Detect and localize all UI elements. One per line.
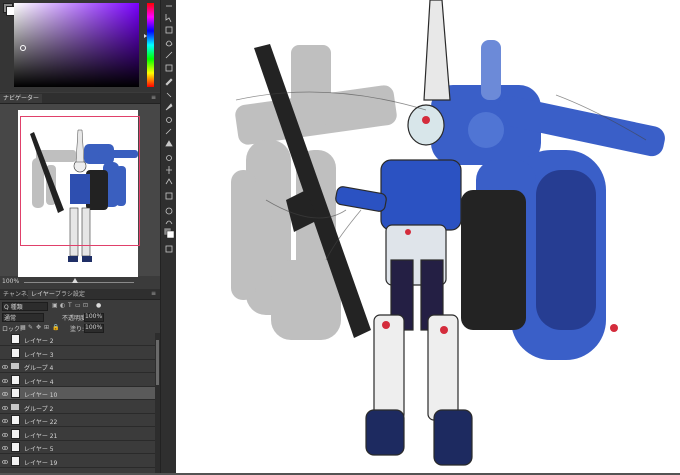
hue-slider[interactable] [147,3,154,87]
layer-thumbnail [11,415,20,425]
artwork-illustration [231,0,665,466]
layer-group-row[interactable]: グループ 4 [0,360,156,373]
layer-row[interactable]: レイヤー 4 [0,374,156,387]
layer-thumbnail [11,442,20,452]
navigator-tabbar: ナビゲーター ≡ [0,93,160,104]
layer-name: レイヤー 2 [24,338,54,345]
lock-transparent-icon[interactable]: ▦ [20,324,26,331]
navigator-preview[interactable] [0,104,160,277]
layer-thumbnail [11,455,20,466]
layer-name: レイヤー 3 [24,351,54,359]
fill-value: 100% [85,324,103,331]
layer-row[interactable]: レイヤー 21 [0,428,156,441]
layer-name: レイヤー 21 [24,432,58,440]
fill-label: 塗り: [70,326,85,333]
layer-name: レイヤー 4 [24,378,54,386]
tool-icons [163,5,175,253]
move-tool-icon [165,14,172,23]
saturation-value-field[interactable] [14,3,139,87]
eye-icon[interactable] [1,364,9,369]
eye-icon[interactable] [1,378,9,383]
eye-icon[interactable] [1,432,9,437]
layer-thumbnail [11,374,20,385]
layer-row[interactable]: レイヤー 5 [0,441,156,454]
tab-navigator[interactable]: ナビゲーター [0,94,43,103]
eye-icon[interactable] [1,459,9,464]
layer-row[interactable]: レイヤー 19 [0,455,156,468]
folder-icon [11,363,19,369]
folder-icon [11,403,19,410]
lock-artboard-icon[interactable]: ⊞ [44,324,49,331]
layer-list: レイヤー 2 レイヤー 3 グループ 4 レイヤー 4 レイヤー 10 グループ 2 レイヤ… [0,333,156,473]
layers-tabbar: チャンネル レイヤー ブラシ設定 ≡ [0,289,160,300]
zoom-value[interactable]: 100% [2,278,19,285]
opacity-value: 100% [85,313,103,320]
blend-mode-label: 通常 [4,315,17,322]
layer-thumbnail [11,388,20,398]
layer-name: グループ 4 [24,365,54,372]
eye-icon[interactable] [1,391,9,396]
filter-text-icon[interactable]: T [68,302,72,309]
filter-pixel-icon[interactable]: ▣ [52,302,58,309]
eye-icon[interactable] [1,405,9,410]
tab-brush-settings[interactable]: ブラシ設定 [52,290,88,299]
zoom-slider-thumb[interactable] [72,278,78,283]
layer-thumbnail [11,428,20,439]
document-canvas[interactable] [176,0,680,473]
layer-thumbnail [11,334,20,344]
filter-shape-icon[interactable]: ▭ [75,302,81,309]
eye-icon[interactable] [1,418,9,423]
navigator-view-box[interactable] [20,116,140,246]
navigator-zoom-bar: 100% [0,277,160,287]
layer-name: レイヤー 10 [24,392,58,399]
layer-group-row[interactable]: グループ 2 [0,401,156,414]
lock-all-icon[interactable]: 🔒 [52,324,59,331]
layer-name: グループ 2 [24,405,54,413]
layers-scrollbar-thumb[interactable] [156,340,159,385]
layer-row[interactable]: レイヤー 3 [0,347,156,360]
layer-name: レイヤー 5 [24,446,54,453]
layer-name: レイヤー 22 [24,419,58,426]
layer-filter-row: Q 種類 ▣ ◐ T ▭ ⊡ ● [0,301,160,311]
layer-row[interactable]: レイヤー 2 [0,333,156,346]
lock-position-icon[interactable]: ✥ [36,324,41,331]
filter-adjust-icon[interactable]: ◐ [60,302,65,309]
filter-smart-icon[interactable]: ⊡ [83,302,88,309]
layers-panel-menu-icon[interactable]: ≡ [151,290,156,297]
lock-image-icon[interactable]: ✎ [28,324,33,331]
zoom-slider-track[interactable] [24,282,134,283]
left-panel: ナビゲーター ≡ 100% チャンネル レイヤー ブラシ設定 ≡ Q 種類 ▣ … [0,0,160,473]
layer-name: レイヤー 19 [24,459,58,467]
lock-fill-row: ロック: ▦ ✎ ✥ ⊞ 🔒 塗り: 100% [0,323,160,333]
layer-row[interactable]: レイヤー 10 [0,387,156,400]
panel-menu-icon[interactable]: ≡ [151,94,156,101]
layer-filter-label: Q 種類 [4,304,23,311]
layer-row[interactable]: レイヤー 22 [0,414,156,427]
blend-opacity-row: 通常 不透明度: 100% [0,312,160,322]
eye-icon[interactable] [1,445,9,450]
layer-thumbnail [11,347,20,358]
color-panel [0,0,160,92]
filter-toggle-icon[interactable]: ● [96,302,101,309]
color-picker-cursor[interactable] [20,45,26,51]
